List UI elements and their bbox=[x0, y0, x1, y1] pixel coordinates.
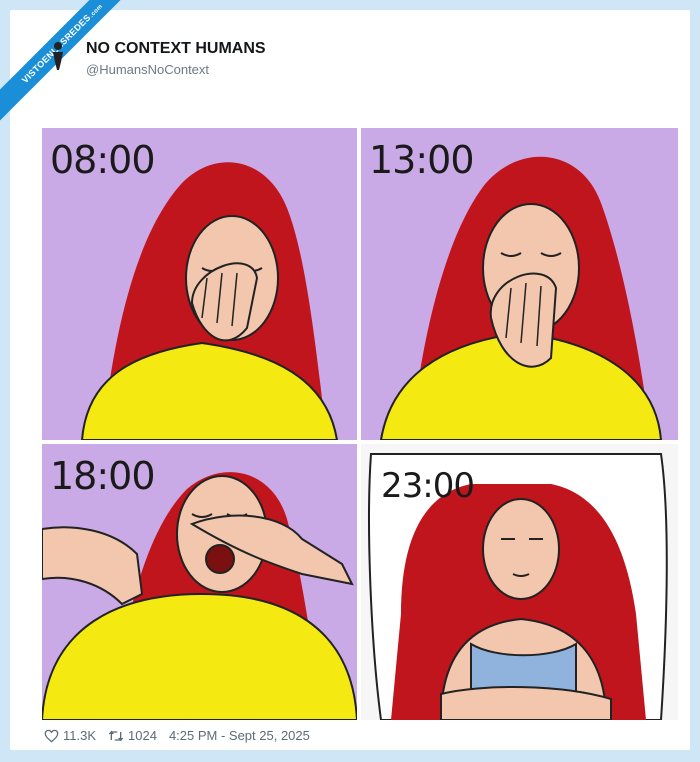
time-label: 13:00 bbox=[369, 138, 475, 182]
avatar[interactable] bbox=[44, 40, 72, 70]
author-handle[interactable]: @HumansNoContext bbox=[86, 62, 266, 77]
panel-2300: 23:00 bbox=[361, 444, 678, 720]
panel-1300: 13:00 bbox=[361, 128, 678, 440]
meme-image[interactable]: 08:00 13:00 18:00 23:00 bbox=[42, 128, 678, 720]
heart-icon[interactable] bbox=[44, 729, 59, 743]
time-label: 23:00 bbox=[381, 466, 475, 506]
retweet-icon[interactable] bbox=[108, 729, 124, 743]
author-block[interactable]: NO CONTEXT HUMANS @HumansNoContext bbox=[86, 40, 266, 77]
watermark-suffix: .com bbox=[89, 3, 105, 19]
panel-0800: 08:00 bbox=[42, 128, 357, 440]
timestamp-text[interactable]: 4:25 PM - Sept 25, 2025 bbox=[169, 728, 310, 743]
tweet-timestamp[interactable]: 4:25 PM - Sept 25, 2025 bbox=[169, 728, 310, 743]
tweet-footer: 11.3K 1024 4:25 PM - Sept 25, 2025 bbox=[44, 728, 322, 743]
time-label: 08:00 bbox=[50, 138, 156, 182]
retweet-action[interactable]: 1024 bbox=[108, 728, 157, 743]
time-label: 18:00 bbox=[50, 454, 156, 498]
panel-1800: 18:00 bbox=[42, 444, 357, 720]
tweet-card: VISTOENLASREDES.com NO CONTEXT HUMANS @H… bbox=[0, 0, 690, 750]
author-name[interactable]: NO CONTEXT HUMANS bbox=[86, 40, 266, 58]
retweet-count: 1024 bbox=[128, 728, 157, 743]
like-action[interactable]: 11.3K bbox=[44, 728, 96, 743]
like-count: 11.3K bbox=[63, 728, 97, 743]
